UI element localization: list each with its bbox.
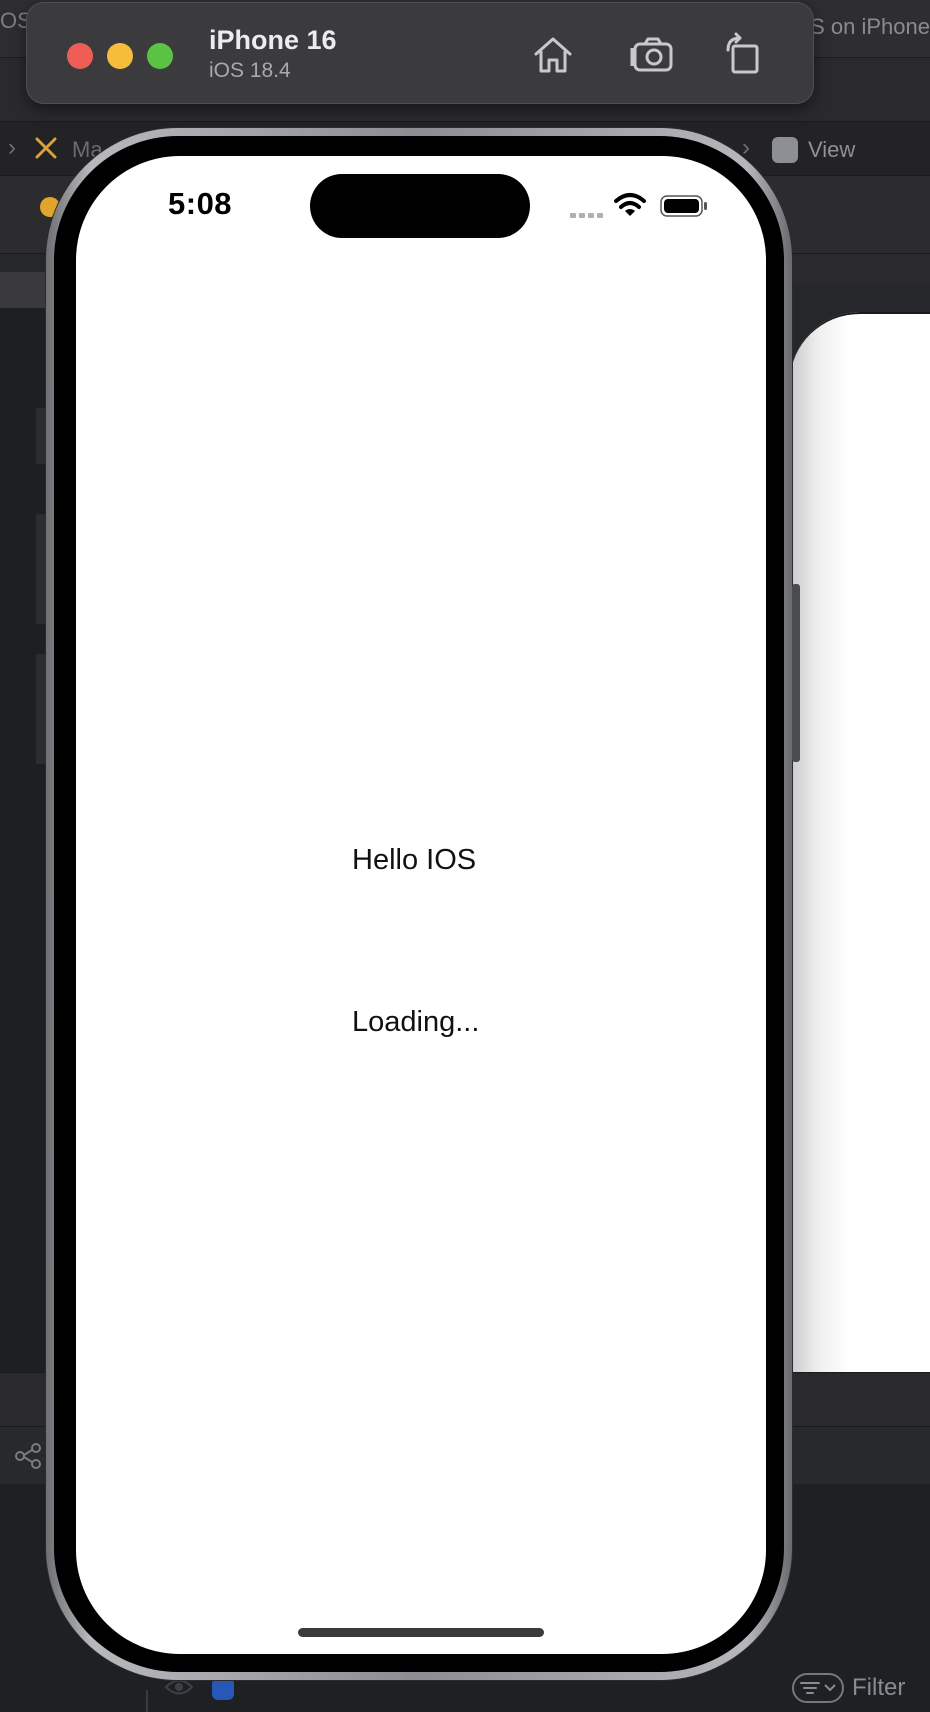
greeting-text: Hello IOS (352, 844, 477, 876)
home-button[interactable] (527, 29, 579, 81)
side-button[interactable] (792, 584, 800, 762)
source-control-icon[interactable] (14, 1442, 42, 1470)
app-target-icon (35, 137, 57, 159)
preview-canvas (790, 312, 930, 1372)
breadcrumb-view[interactable]: View (808, 137, 855, 163)
chevron-down-icon (824, 1684, 836, 1692)
debug-divider (146, 1690, 148, 1712)
chevron-right-icon: › (8, 134, 16, 161)
desktop: OS S on iPhone › Ma › View Filter iPhone… (0, 0, 930, 1712)
minimize-window-button[interactable] (107, 43, 133, 69)
rotate-button[interactable] (717, 29, 769, 81)
battery-icon (660, 195, 707, 217)
camera-icon (630, 37, 673, 72)
filter-options-button[interactable] (792, 1673, 844, 1703)
loading-text: Loading... (352, 1006, 480, 1038)
device-os-version: iOS 18.4 (209, 59, 291, 82)
device-name: iPhone 16 (209, 25, 337, 55)
simulator-titlebar[interactable]: iPhone 16 iOS 18.4 (26, 2, 814, 104)
filter-icon (800, 1682, 820, 1694)
cellular-signal-icon (570, 210, 606, 218)
wifi-icon (614, 193, 646, 216)
dynamic-island (310, 174, 530, 238)
ide-run-destination[interactable]: S on iPhone (810, 14, 930, 40)
ide-canvas-header (780, 254, 930, 284)
navigator-marker (36, 654, 46, 764)
navigator-marker (36, 408, 46, 464)
home-indicator[interactable] (298, 1628, 544, 1637)
rotate-icon (726, 32, 759, 74)
navigator-marker (36, 514, 46, 624)
preview-device-outline (790, 312, 930, 432)
filter-label[interactable]: Filter (852, 1674, 905, 1702)
screenshot-button[interactable] (627, 29, 679, 81)
ide-navigator-selection (0, 272, 50, 308)
close-window-button[interactable] (67, 43, 93, 69)
status-bar-time: 5:08 (168, 186, 233, 221)
view-file-icon (772, 137, 798, 163)
house-icon (534, 37, 572, 73)
iphone-screen[interactable]: 5:08 Hello IOS Loading... (76, 156, 766, 1654)
zoom-window-button[interactable] (147, 43, 173, 69)
variables-toggle[interactable] (212, 1678, 234, 1700)
